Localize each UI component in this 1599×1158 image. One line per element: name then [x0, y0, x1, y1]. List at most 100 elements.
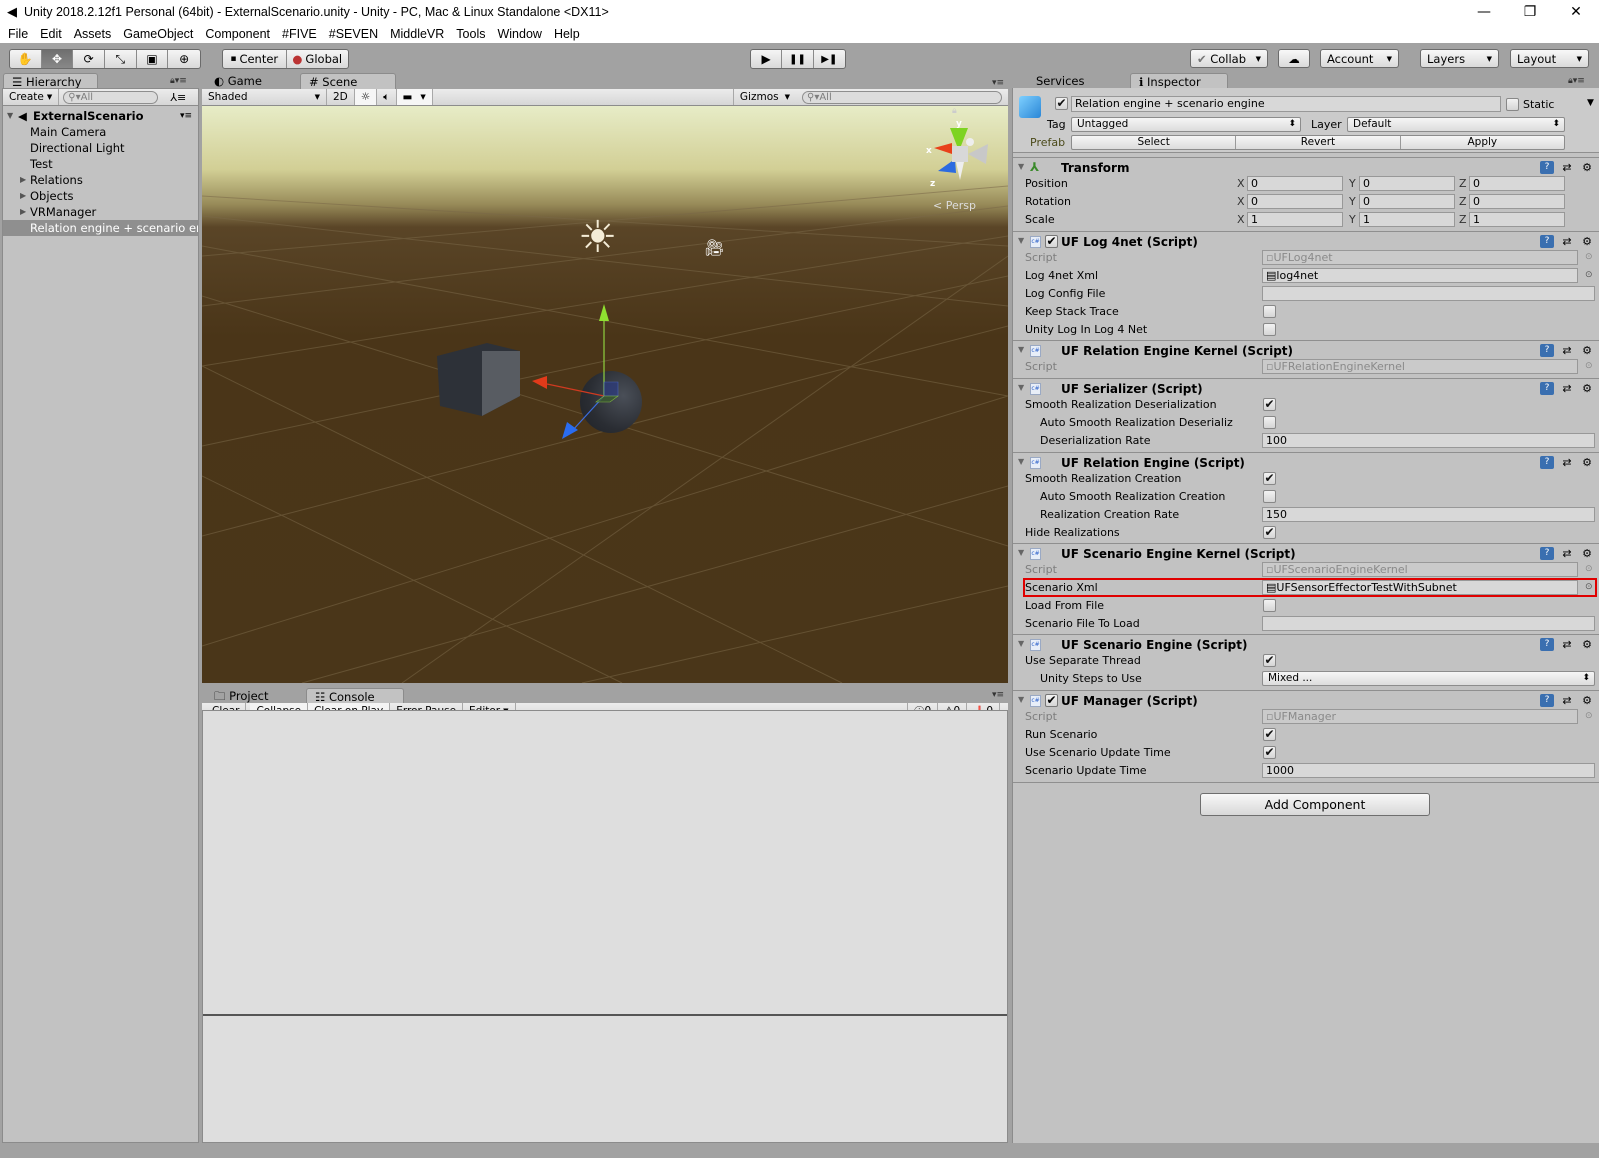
- scenario-kernel-header[interactable]: ▼ c# UF Scenario Engine Kernel (Script) …: [1013, 543, 1599, 563]
- menu-five[interactable]: #FIVE: [282, 27, 317, 41]
- gear-icon[interactable]: ⚙: [1580, 344, 1594, 357]
- lock-icon[interactable]: 🔒︎▾≡: [170, 76, 187, 86]
- help-book-icon[interactable]: ?: [1540, 382, 1554, 395]
- hierarchy-item-selected[interactable]: Relation engine + scenario engine: [3, 220, 198, 236]
- pivot-center-button[interactable]: ▪ Center: [223, 50, 287, 68]
- create-dropdown[interactable]: Create ▼: [3, 89, 60, 105]
- move-tool-icon[interactable]: ✥: [41, 50, 74, 68]
- fold-arrow-icon[interactable]: ▼: [1018, 639, 1024, 648]
- separate-thread-checkbox[interactable]: ✔: [1263, 654, 1276, 667]
- menu-gameobject[interactable]: GameObject: [123, 27, 193, 41]
- hierarchy-item[interactable]: ▶ VRManager: [3, 204, 198, 220]
- hide-realizations-checkbox[interactable]: ✔: [1263, 526, 1276, 539]
- collab-button[interactable]: ✔ Collab ▼: [1190, 49, 1268, 68]
- lighting-toggle[interactable]: ☼: [354, 89, 378, 105]
- prefab-select-button[interactable]: Select: [1072, 136, 1237, 149]
- gameobject-icon[interactable]: [1019, 96, 1041, 118]
- expand-arrow-icon[interactable]: ▼: [7, 108, 13, 124]
- play-button[interactable]: ▶: [751, 50, 783, 68]
- gear-icon[interactable]: ⚙: [1580, 456, 1594, 469]
- transform-header[interactable]: ▼ ⅄ Transform ? ⇄ ⚙: [1013, 157, 1599, 177]
- layer-dropdown[interactable]: Default ⬍: [1347, 117, 1565, 132]
- prefab-apply-button[interactable]: Apply: [1401, 136, 1564, 149]
- log-config-file-input[interactable]: [1262, 286, 1595, 301]
- serializer-header[interactable]: ▼ c# UF Serializer (Script) ? ⇄ ⚙: [1013, 378, 1599, 398]
- rotation-y-input[interactable]: 0: [1359, 194, 1455, 209]
- static-checkbox[interactable]: [1506, 98, 1519, 111]
- fold-arrow-icon[interactable]: ▼: [1018, 345, 1024, 354]
- lock-icon[interactable]: 🔒︎▾≡: [1568, 76, 1585, 86]
- gear-icon[interactable]: ⚙: [1580, 694, 1594, 707]
- tab-scene[interactable]: # Scene: [300, 73, 396, 90]
- rotation-x-input[interactable]: 0: [1247, 194, 1343, 209]
- tag-dropdown[interactable]: Untagged ⬍: [1071, 117, 1301, 132]
- console-splitter[interactable]: [203, 1014, 1007, 1016]
- rotation-z-input[interactable]: 0: [1469, 194, 1565, 209]
- component-enabled-checkbox[interactable]: ✔: [1045, 694, 1058, 707]
- scene-menu-icon[interactable]: ▾≡: [180, 108, 192, 124]
- effects-toggle[interactable]: ▬ ▼: [396, 89, 433, 105]
- help-book-icon[interactable]: ?: [1540, 694, 1554, 707]
- hierarchy-item[interactable]: Directional Light: [3, 140, 198, 156]
- manager-header[interactable]: ▼ c# ✔ UF Manager (Script) ? ⇄ ⚙: [1013, 690, 1599, 710]
- menu-window[interactable]: Window: [497, 27, 541, 41]
- cloud-button[interactable]: ☁: [1278, 49, 1310, 68]
- scene-root[interactable]: ▼ ◀ ExternalScenario ▾≡: [3, 108, 198, 124]
- layout-dropdown[interactable]: Layout ▼: [1510, 49, 1589, 68]
- fold-arrow-icon[interactable]: ▼: [1018, 695, 1024, 704]
- directional-light-icon[interactable]: ☀: [578, 216, 617, 260]
- menu-help[interactable]: Help: [554, 27, 580, 41]
- menu-edit[interactable]: Edit: [40, 27, 62, 41]
- gizmos-dropdown[interactable]: Gizmos ▼: [732, 89, 796, 105]
- preset-icon[interactable]: ⇄: [1560, 456, 1574, 469]
- transform-tool-icon[interactable]: ⊕: [168, 50, 200, 68]
- hierarchy-search-input[interactable]: ⚲▾All: [63, 90, 159, 104]
- update-time-input[interactable]: 1000: [1262, 763, 1595, 778]
- menu-middlevr[interactable]: MiddleVR: [390, 27, 444, 41]
- scale-tool-icon[interactable]: ⤡: [105, 50, 137, 68]
- smooth-deserialization-checkbox[interactable]: ✔: [1263, 398, 1276, 411]
- unity-log-checkbox[interactable]: [1263, 323, 1276, 336]
- scenario-xml-field[interactable]: ▤UFSensorEffectorTestWithSubnet: [1262, 580, 1578, 595]
- active-checkbox[interactable]: ✔: [1055, 97, 1068, 110]
- console-log-area[interactable]: [202, 710, 1008, 1143]
- fold-arrow-icon[interactable]: ▼: [1018, 162, 1024, 171]
- position-x-input[interactable]: 0: [1247, 176, 1343, 191]
- pivot-global-button[interactable]: ● Global: [287, 50, 349, 68]
- fold-arrow-icon[interactable]: ▼: [1018, 457, 1024, 466]
- scene-search-input[interactable]: ⚲▾All: [802, 90, 1002, 104]
- gear-icon[interactable]: ⚙: [1580, 382, 1594, 395]
- menu-tools[interactable]: Tools: [456, 27, 485, 41]
- object-picker-icon[interactable]: ⊙: [1585, 582, 1593, 592]
- menu-file[interactable]: File: [8, 27, 28, 41]
- tab-game[interactable]: ◐ Game: [206, 73, 296, 90]
- scale-x-input[interactable]: 1: [1247, 212, 1343, 227]
- preset-icon[interactable]: ⇄: [1560, 694, 1574, 707]
- projection-toggle[interactable]: < Persp: [933, 199, 976, 212]
- add-component-button[interactable]: Add Component: [1200, 793, 1430, 816]
- minimize-button[interactable]: —: [1461, 0, 1507, 24]
- cube-object[interactable]: [432, 331, 532, 421]
- help-book-icon[interactable]: ?: [1540, 456, 1554, 469]
- hierarchy-item[interactable]: ▶ Objects: [3, 188, 198, 204]
- keep-stack-trace-checkbox[interactable]: [1263, 305, 1276, 318]
- gear-icon[interactable]: ⚙: [1580, 235, 1594, 248]
- restore-button[interactable]: ❐: [1507, 0, 1553, 24]
- scene-visibility-icon[interactable]: ⅄≡: [170, 91, 186, 104]
- run-scenario-checkbox[interactable]: ✔: [1263, 728, 1276, 741]
- menu-assets[interactable]: Assets: [74, 27, 112, 41]
- 2d-toggle[interactable]: 2D: [327, 89, 355, 105]
- deserialization-rate-input[interactable]: 100: [1262, 433, 1595, 448]
- fold-arrow-icon[interactable]: ▼: [1018, 236, 1024, 245]
- pause-button[interactable]: ❚❚: [782, 50, 814, 68]
- rotate-tool-icon[interactable]: ⟳: [73, 50, 106, 68]
- log4net-header[interactable]: ▼ c# ✔ UF Log 4net (Script) ? ⇄ ⚙: [1013, 231, 1599, 251]
- preset-icon[interactable]: ⇄: [1560, 161, 1574, 174]
- menu-seven[interactable]: #SEVEN: [329, 27, 378, 41]
- audio-toggle[interactable]: 🔈︎: [377, 89, 397, 105]
- shading-mode-dropdown[interactable]: Shaded ▼: [202, 89, 327, 105]
- scenario-file-input[interactable]: [1262, 616, 1595, 631]
- use-update-time-checkbox[interactable]: ✔: [1263, 746, 1276, 759]
- orientation-gizmo[interactable]: y x z: [920, 116, 1008, 206]
- preset-icon[interactable]: ⇄: [1560, 638, 1574, 651]
